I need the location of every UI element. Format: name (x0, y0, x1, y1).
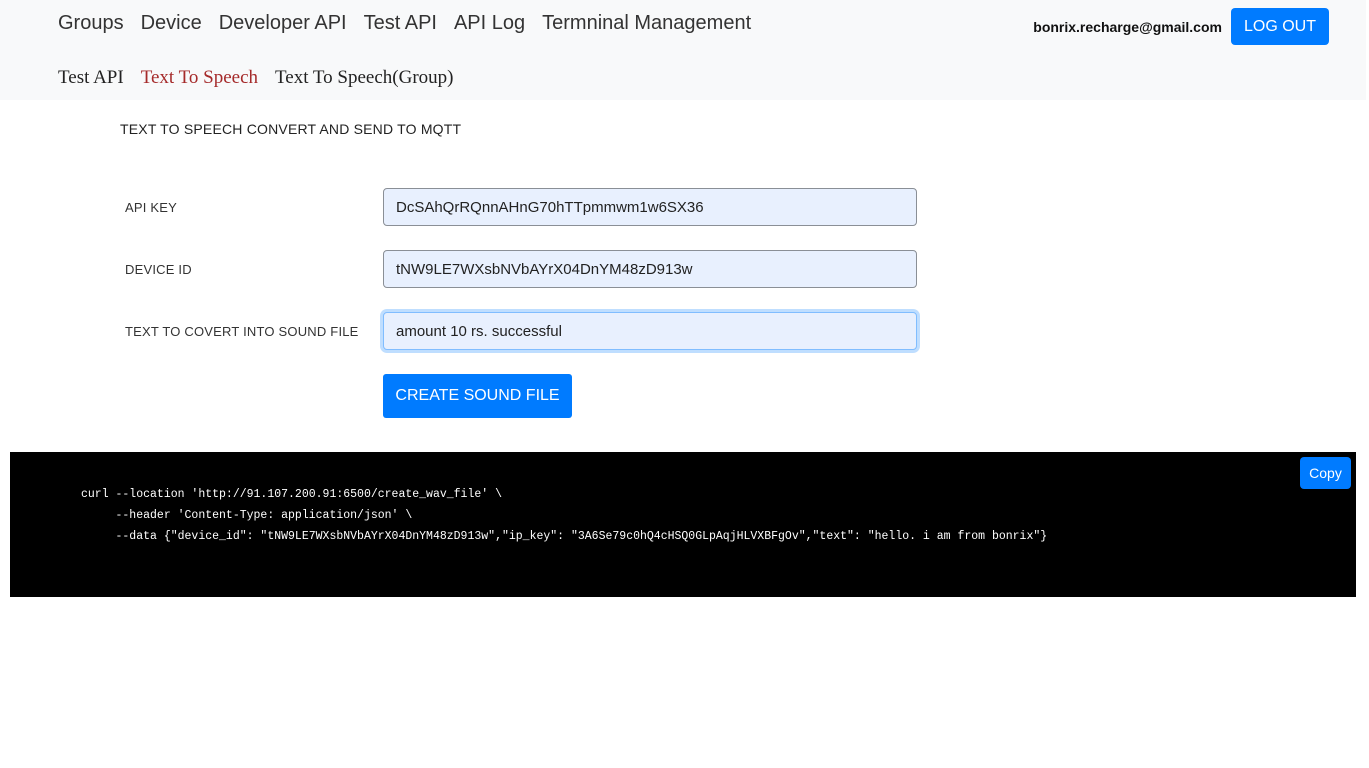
curl-code-block: curl --location 'http://91.107.200.91:65… (81, 484, 1047, 547)
code-line: --header 'Content-Type: application/json… (81, 509, 413, 522)
user-email: bonrix.recharge@gmail.com (1033, 18, 1222, 35)
top-header: Groups Device Developer API Test API API… (0, 0, 1366, 100)
nav-item-groups[interactable]: Groups (58, 10, 124, 36)
nav-item-api-log[interactable]: API Log (454, 10, 525, 36)
api-key-label: API KEY (125, 200, 177, 215)
nav-item-device[interactable]: Device (141, 10, 202, 36)
subnav-item-test-api[interactable]: Test API (58, 66, 124, 90)
logout-button[interactable]: LOG OUT (1230, 8, 1329, 45)
code-line: curl --location 'http://91.107.200.91:65… (81, 488, 502, 501)
main-nav: Groups Device Developer API Test API API… (58, 10, 751, 36)
device-id-input[interactable] (383, 250, 917, 288)
nav-item-terminal-management[interactable]: Termninal Management (542, 10, 751, 36)
subnav-item-text-to-speech-group[interactable]: Text To Speech(Group) (275, 66, 454, 90)
nav-item-test-api[interactable]: Test API (364, 10, 437, 36)
create-sound-file-button[interactable]: CREATE SOUND FILE (383, 374, 572, 418)
copy-button[interactable]: Copy (1300, 457, 1351, 489)
subnav-item-text-to-speech[interactable]: Text To Speech (141, 66, 258, 90)
nav-item-developer-api[interactable]: Developer API (219, 10, 347, 36)
api-key-input[interactable] (383, 188, 917, 226)
text-to-convert-label: TEXT TO COVERT INTO SOUND FILE (125, 324, 359, 339)
sub-nav: Test API Text To Speech Text To Speech(G… (58, 66, 454, 90)
user-area: bonrix.recharge@gmail.com LOG OUT (1033, 8, 1329, 45)
page-title: TEXT TO SPEECH CONVERT AND SEND TO MQTT (120, 121, 462, 137)
code-line: --data {"device_id": "tNW9LE7WXsbNVbAYrX… (81, 530, 1048, 543)
code-panel: curl --location 'http://91.107.200.91:65… (10, 452, 1356, 597)
device-id-label: DEVICE ID (125, 262, 192, 277)
text-to-convert-input[interactable] (383, 312, 917, 350)
